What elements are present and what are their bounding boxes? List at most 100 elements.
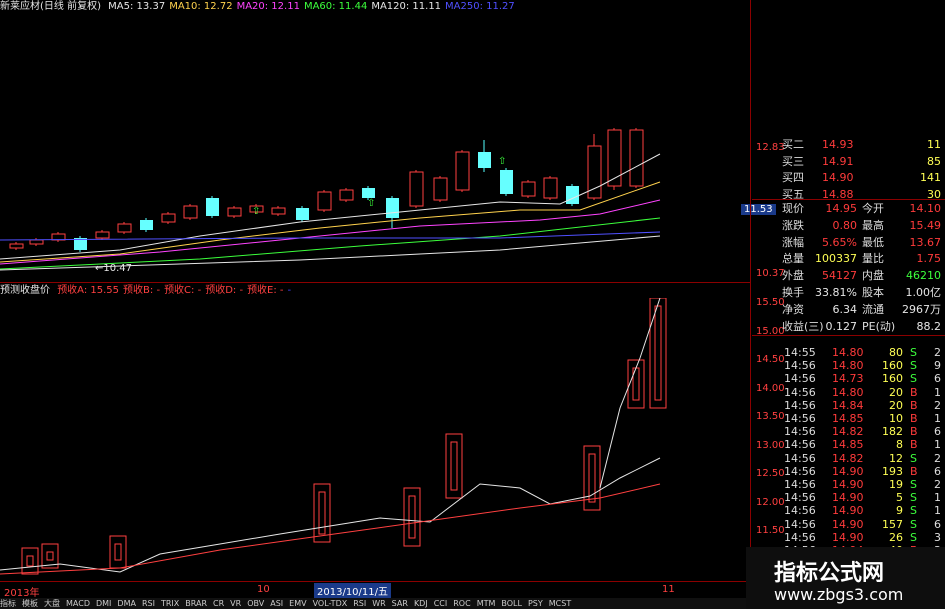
tick-row: 14:56 14.90 157 S 6 <box>752 518 945 531</box>
tick-side: S <box>910 504 917 518</box>
kline-candle <box>521 180 536 198</box>
tick-price: 14.80 <box>832 359 864 373</box>
kline-chart[interactable]: ⇧ ⇧ ⇧ <box>0 14 750 282</box>
indicator-tab[interactable]: DMI <box>96 599 111 608</box>
date-axis-line <box>0 581 750 582</box>
tick-row: 14:56 14.85 10 B 1 <box>752 412 945 425</box>
tick-volume: 19 <box>889 478 903 491</box>
tick-count: 6 <box>934 425 941 439</box>
kline-candle <box>478 140 491 172</box>
indicator-tab[interactable]: KDJ <box>414 599 428 608</box>
panel-divider <box>0 282 750 283</box>
indicator-tab[interactable]: RSI <box>142 599 155 608</box>
tick-time: 14:56 <box>784 372 816 386</box>
chart-right-border <box>750 0 751 609</box>
kline-candle <box>566 184 579 206</box>
tick-volume: 8 <box>896 438 903 452</box>
indicator-tab[interactable]: OBV <box>247 599 264 608</box>
tick-price: 14.90 <box>832 464 864 478</box>
indicator-legend: 预收A: 15.55 预收B: - 预收C: - 预收D: - 预收E: -- <box>57 285 295 296</box>
stat-label: 股本 <box>862 286 884 299</box>
kline-candle <box>74 236 87 252</box>
indicator-tab[interactable]: MTM <box>477 599 496 608</box>
tick-volume: 160 <box>882 372 903 386</box>
indicator-tab[interactable]: ROC <box>453 599 470 608</box>
tick-row: 14:56 14.82 12 S 2 <box>752 452 945 465</box>
kline-candle <box>95 230 110 240</box>
up-arrow-icon: ⇧ <box>252 206 260 217</box>
forecast-candle <box>313 483 331 543</box>
indicator-tab[interactable]: EMV <box>289 599 306 608</box>
indicator-tab[interactable]: BRAR <box>185 599 207 608</box>
tick-row: 14:56 14.80 160 S 9 <box>752 359 945 372</box>
bid-row: 买二 14.93 11 <box>752 136 945 153</box>
tick-price: 14.82 <box>832 425 864 439</box>
tick-row: 14:56 14.73 160 S 6 <box>752 372 945 385</box>
indicator-tab[interactable]: ASI <box>270 599 283 608</box>
indicator-tab[interactable]: VOL-TDX <box>313 599 348 608</box>
stat-label: 净资 <box>782 302 804 316</box>
tick-time: 14:55 <box>784 346 816 359</box>
up-arrow-icon: ⇧ <box>367 198 375 209</box>
indicator-tab[interactable]: MCST <box>549 599 571 608</box>
kline-candle <box>161 212 176 224</box>
bid-price: 14.91 <box>822 154 854 168</box>
indicator-tab[interactable]: 大盘 <box>44 599 60 608</box>
tick-volume: 160 <box>882 359 903 373</box>
tick-side: S <box>910 372 917 386</box>
tick-row: 14:56 14.90 26 S 3 <box>752 531 945 544</box>
tick-count: 1 <box>934 385 941 399</box>
indicator-tab[interactable]: WR <box>372 599 385 608</box>
stat-row: 收益(三) 0.127 PE(动) 88.2 <box>752 318 945 335</box>
tick-price: 14.90 <box>832 504 864 518</box>
tick-count: 2 <box>934 346 941 359</box>
date-axis-end: 11 <box>662 584 675 595</box>
tick-side: S <box>910 451 917 465</box>
tick-count: 2 <box>934 398 941 412</box>
bid-label: 买二 <box>782 138 804 151</box>
tick-count: 9 <box>934 359 941 373</box>
indicator-tab[interactable]: PSY <box>528 599 543 608</box>
stat-label: 总量 <box>782 252 804 266</box>
stat-label: 今开 <box>862 202 884 215</box>
tick-time: 14:56 <box>784 359 816 373</box>
indicator-tab[interactable]: DMA <box>117 599 136 608</box>
indicator-tab[interactable]: BOLL <box>501 599 522 608</box>
kline-candle <box>51 232 66 242</box>
tick-time: 14:56 <box>784 451 816 465</box>
tick-time: 14:56 <box>784 464 816 478</box>
tick-side: B <box>910 464 918 478</box>
ma-legend-item: MA60: 11.44 <box>303 1 368 12</box>
tick-time: 14:56 <box>784 412 816 425</box>
watermark-url: www.zbgs3.com <box>774 585 904 604</box>
date-axis-start: 2013年 <box>4 588 40 599</box>
stat-value: 0.80 <box>832 218 858 232</box>
indicator-tab[interactable]: VR <box>230 599 241 608</box>
tick-time: 14:56 <box>784 425 816 439</box>
forecast-candle <box>109 535 127 569</box>
indicator-tab[interactable]: TRIX <box>161 599 179 608</box>
date-axis-mid: 10 <box>257 584 270 595</box>
indicator-tab[interactable]: 模板 <box>22 599 38 608</box>
stat-label: 流通 <box>862 302 884 316</box>
stat-value: 46210 <box>906 269 941 283</box>
stat-label: 内盘 <box>862 269 884 283</box>
tick-time: 14:56 <box>784 478 816 491</box>
tick-price: 14.85 <box>832 438 864 452</box>
tick-volume: 157 <box>882 517 903 531</box>
indicator-tab[interactable]: CR <box>213 599 224 608</box>
tick-row: 14:56 14.84 20 B 2 <box>752 399 945 412</box>
indicator-tab[interactable]: MACD <box>66 599 90 608</box>
stat-label: 收益(三) <box>782 319 824 333</box>
indicator-tab[interactable]: 指标 <box>0 599 16 608</box>
indicator-tab[interactable]: RSI <box>353 599 366 608</box>
forecast-chart[interactable] <box>0 298 750 580</box>
ma-legend-item: MA20: 12.11 <box>236 1 300 12</box>
tick-row: 14:56 14.90 9 S 1 <box>752 504 945 517</box>
tick-count: 6 <box>934 517 941 531</box>
indicator-tab[interactable]: CCI <box>434 599 448 608</box>
kline-candle <box>543 176 558 200</box>
indicator-tab[interactable]: SAR <box>392 599 408 608</box>
kline-candle <box>140 218 153 232</box>
stat-value: 5.65% <box>822 235 857 249</box>
